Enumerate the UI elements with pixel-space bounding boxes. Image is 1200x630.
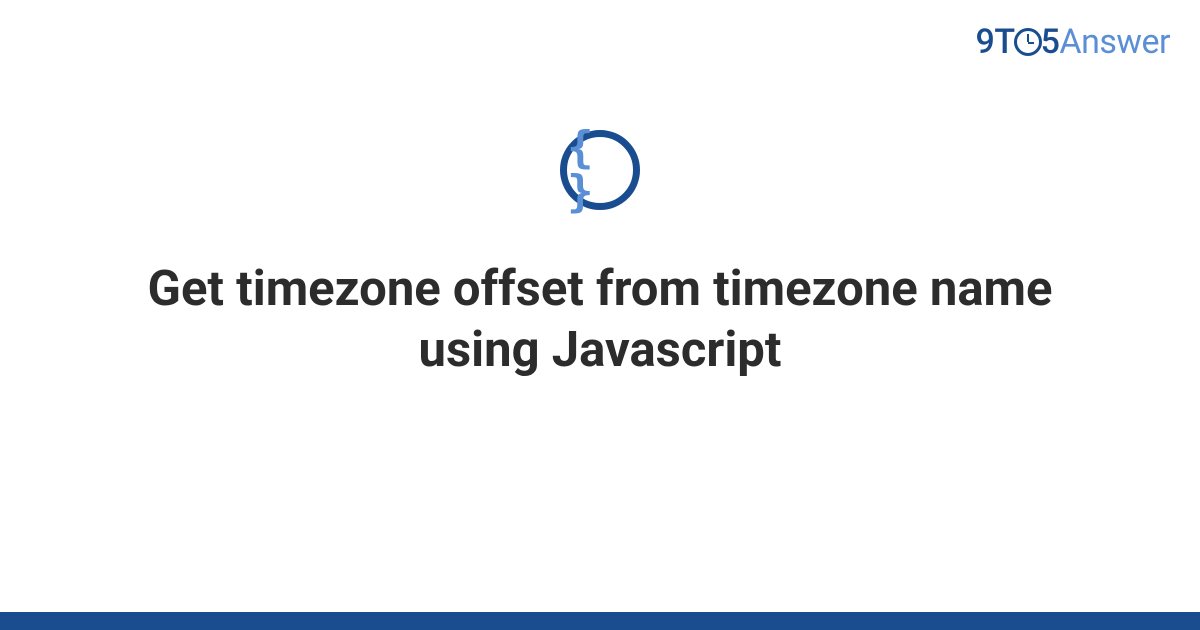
question-title: Get timezone offset from timezone name u… (110, 258, 1090, 381)
clock-icon (1014, 28, 1042, 56)
category-icon-circle: { } (560, 130, 640, 210)
code-braces-icon: { } (567, 126, 633, 214)
footer-accent-bar (0, 612, 1200, 630)
main-content: { } Get timezone offset from timezone na… (0, 130, 1200, 381)
logo-text-9t: 9T (976, 22, 1015, 62)
logo-text-5: 5 (1041, 22, 1060, 62)
site-logo: 9T 5Answer (976, 22, 1170, 62)
logo-text-answer: Answer (1059, 22, 1170, 62)
